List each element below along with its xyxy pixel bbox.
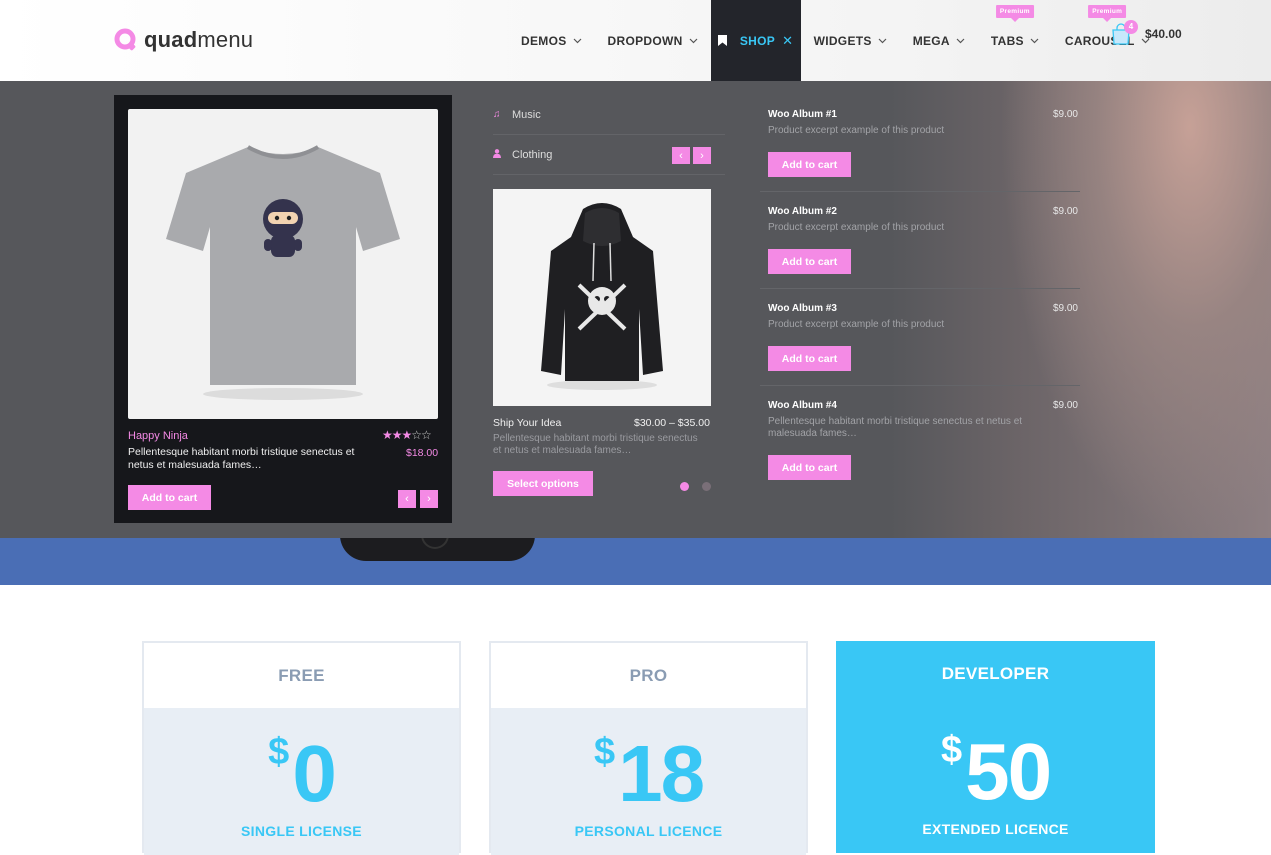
nav-dropdown[interactable]: DROPDOWN <box>595 0 711 81</box>
chevron-down-icon <box>878 38 887 43</box>
product-image[interactable] <box>128 109 438 419</box>
plan-name: PRO <box>491 643 806 708</box>
tshirt-image <box>166 145 400 400</box>
logo-text: quadmenu <box>144 27 254 52</box>
add-to-cart-button[interactable]: Add to cart <box>768 152 851 177</box>
main-nav: DEMOS DROPDOWN SHOP ✕ WIDGETS MEGA Premi… <box>508 0 1163 81</box>
product-price: $18.00 <box>406 447 439 459</box>
divider <box>760 288 1080 289</box>
carousel-dot-active[interactable] <box>680 482 689 491</box>
album-item: Woo Album #2 $9.00 Product excerpt examp… <box>768 206 1078 234</box>
album-price: $9.00 <box>1052 303 1078 314</box>
add-to-cart-button[interactable]: Add to cart <box>768 455 851 480</box>
album-price: $9.00 <box>1052 109 1078 120</box>
featured-product-card: Happy Ninja ★★★☆☆ Pellentesque habitant … <box>114 95 452 523</box>
add-to-cart-button[interactable]: Add to cart <box>768 346 851 371</box>
album-price: $9.00 <box>1052 206 1078 217</box>
add-to-cart-button[interactable]: Add to cart <box>128 485 211 510</box>
chevron-down-icon <box>1030 38 1039 43</box>
plan-name: FREE <box>144 643 459 708</box>
carousel-dot[interactable] <box>702 482 711 491</box>
chevron-down-icon <box>956 38 965 43</box>
shop-mega-menu: Happy Ninja ★★★☆☆ Pellentesque habitant … <box>0 81 1271 538</box>
hero-section: Happy Ninja ★★★☆☆ Pellentesque habitant … <box>0 81 1271 585</box>
carousel-next-button[interactable]: › <box>693 147 711 164</box>
user-icon <box>493 148 504 161</box>
plan-license: EXTENDED LICENCE <box>922 821 1069 837</box>
nav-tabs[interactable]: Premium TABS <box>978 0 1052 81</box>
cart-button[interactable]: $40.00 <box>1110 23 1182 45</box>
bookmark-icon <box>717 35 727 46</box>
carousel-product-price: $30.00 – $35.00 <box>634 417 710 429</box>
plan-price: $18 <box>593 729 705 818</box>
close-icon[interactable]: ✕ <box>782 33 793 49</box>
album-description: Pellentesque habitant morbi tristique se… <box>768 416 1023 439</box>
album-item: Woo Album #3 $9.00 Product excerpt examp… <box>768 303 1078 331</box>
hoodie-image <box>541 203 663 390</box>
album-description: Product excerpt example of this product <box>768 125 945 136</box>
album-description: Product excerpt example of this product <box>768 319 945 330</box>
pricing-card-pro: PRO $18 PERSONAL LICENCE <box>489 641 808 855</box>
carousel-product-description: Pellentesque habitant morbi tristique se… <box>493 433 698 456</box>
plan-license: SINGLE LICENSE <box>241 823 362 839</box>
logo-icon <box>114 28 136 51</box>
album-item: Woo Album #1 $9.00 Product excerpt examp… <box>768 109 1078 137</box>
divider <box>760 191 1080 192</box>
product-name[interactable]: Happy Ninja <box>128 430 188 442</box>
rating-stars: ★★★☆☆ <box>382 428 432 442</box>
album-item: Woo Album #4 $9.00 Pellentesque habitant… <box>768 400 1078 440</box>
plan-body: $50 EXTENDED LICENCE <box>836 706 1155 853</box>
carousel-prev-button[interactable]: ‹ <box>672 147 690 164</box>
category-music[interactable]: ♫ Music <box>493 95 725 135</box>
add-to-cart-button[interactable]: Add to cart <box>768 249 851 274</box>
album-description: Product excerpt example of this product <box>768 222 945 233</box>
plan-body: $18 PERSONAL LICENCE <box>491 708 806 855</box>
cart-count-badge: 4 <box>1124 20 1138 34</box>
nav-demos[interactable]: DEMOS <box>508 0 595 81</box>
cart-total: $40.00 <box>1145 27 1182 41</box>
music-icon: ♫ <box>493 109 501 120</box>
chevron-down-icon <box>573 38 581 43</box>
star-empty-icon: ☆☆ <box>411 428 431 442</box>
carousel-product-name[interactable]: Ship Your Idea <box>493 417 561 429</box>
plan-license: PERSONAL LICENCE <box>574 823 723 839</box>
nav-shop[interactable]: SHOP ✕ <box>710 0 801 81</box>
select-options-button[interactable]: Select options <box>493 471 593 496</box>
chevron-down-icon <box>689 38 698 43</box>
album-title[interactable]: Woo Album #4 <box>768 400 1078 411</box>
album-title[interactable]: Woo Album #1 <box>768 109 1078 120</box>
divider <box>760 385 1080 386</box>
nav-mega[interactable]: MEGA <box>900 0 978 81</box>
album-price: $9.00 <box>1052 400 1078 411</box>
product-description: Pellentesque habitant morbi tristique se… <box>128 446 355 471</box>
category-clothing[interactable]: Clothing <box>493 135 725 175</box>
logo[interactable]: quadmenu <box>114 26 253 54</box>
pricing-card-developer: DEVELOPER $50 EXTENDED LICENCE <box>836 641 1155 853</box>
premium-badge: Premium <box>995 5 1034 22</box>
nav-widgets[interactable]: WIDGETS <box>801 0 900 81</box>
plan-price: $0 <box>268 729 337 818</box>
prev-arrow-button[interactable]: ‹ <box>398 490 416 508</box>
premium-badge: Premium <box>1088 5 1127 22</box>
next-arrow-button[interactable]: › <box>420 490 438 508</box>
star-icon: ★★★ <box>382 428 412 442</box>
album-title[interactable]: Woo Album #3 <box>768 303 1078 314</box>
plan-price: $50 <box>940 727 1052 816</box>
carousel-product-image[interactable] <box>493 189 711 406</box>
album-title[interactable]: Woo Album #2 <box>768 206 1078 217</box>
plan-body: $0 SINGLE LICENSE <box>144 708 459 855</box>
site-header: quadmenu DEMOS DROPDOWN SHOP ✕ WIDGETS M… <box>0 0 1271 81</box>
pricing-card-free: FREE $0 SINGLE LICENSE <box>142 641 461 855</box>
plan-name: DEVELOPER <box>941 663 1050 683</box>
